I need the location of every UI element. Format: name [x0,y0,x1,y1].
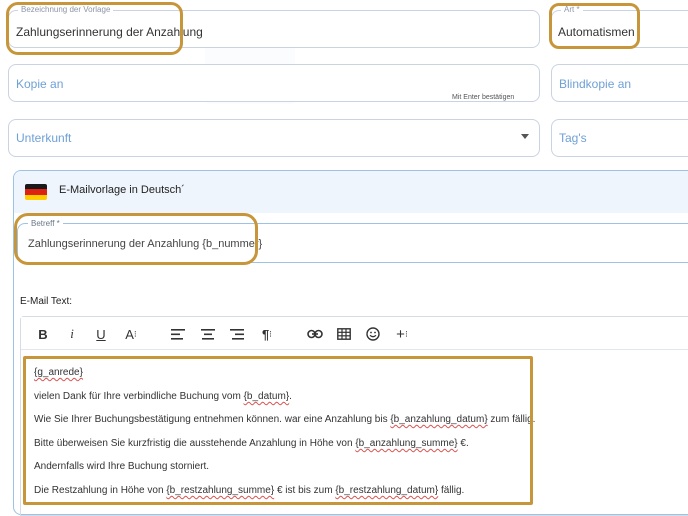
body-text: vielen Dank für Ihre verbindliche Buchun… [34,391,244,402]
body-line-3: Wie Sie Ihrer Buchungsbestätigung entneh… [34,414,535,425]
body-text: . [289,391,292,402]
body-text: zum fällig. [487,414,536,425]
chevron-down-icon[interactable] [521,134,529,140]
insert-icon[interactable]: + ⁝ [393,324,411,344]
body-text: Bitte überweisen Sie kurzfristig die aus… [34,438,356,449]
template-name-value: Zahlungserinnerung der Anzahlung [16,25,203,39]
subject-label: Betreff * [28,219,63,229]
italic-button[interactable]: i [66,324,78,344]
cc-placeholder: Kopie an [16,77,64,91]
cc-hint: Mit Enter bestätigen [452,94,515,101]
table-icon[interactable] [336,324,352,344]
placeholder-b-anzahlung-summe: {b_anzahlung_summe} [355,438,458,449]
template-name-label: Bezeichnung der Vorlage [18,5,114,15]
body-line-4: Bitte überweisen Sie kurzfristig die aus… [34,438,469,449]
placeholder-b-datum: {b_datum} [243,391,290,402]
accommodation-placeholder: Unterkunft [16,131,72,145]
paragraph-icon[interactable]: ¶ ⁝ [258,324,276,344]
align-center-icon[interactable] [200,324,216,344]
subject-value: Zahlungserinnerung der Anzahlung {b_numm… [28,238,263,250]
bcc-placeholder: Blindkopie an [559,77,632,91]
placeholder-g-anrede: {g_anrede} [34,367,83,378]
body-text: Andernfalls wird Ihre Buchung storniert. [34,461,210,472]
align-left-icon[interactable] [170,324,186,344]
body-text: €. [457,438,469,449]
bold-button[interactable]: B [36,324,50,344]
accommodation-select[interactable] [8,119,540,157]
font-size-button[interactable]: A ⁝ [122,324,140,344]
body-line-2: vielen Dank für Ihre verbindliche Buchun… [34,391,292,402]
body-text: Wie Sie Ihrer Buchungsbestätigung entneh… [34,414,391,425]
placeholder-b-restzahlung-summe: {b_restzahlung_summe} [166,485,275,496]
placeholder-b-anzahlung-datum: {b_anzahlung_datum} [390,414,488,425]
tags-placeholder: Tag's [559,131,587,145]
placeholder-b-restzahlung-datum: {b_restzahlung_datum} [335,485,439,496]
body-label: E-Mail Text: [20,296,73,307]
link-icon[interactable] [306,324,324,344]
body-text: € ist bis zum [274,485,336,496]
body-text: Die Restzahlung in Höhe von [34,485,167,496]
align-right-icon[interactable] [229,324,245,344]
type-value: Automatismen [558,25,635,39]
email-template-title: E-Mailvorlage in Deutsch´ [59,184,185,196]
emoji-icon[interactable] [365,324,381,344]
body-line-6: Die Restzahlung in Höhe von {b_restzahlu… [34,485,464,496]
type-label: Art * [561,5,583,15]
body-line-1: {g_anrede} [34,367,83,378]
body-line-5: Andernfalls wird Ihre Buchung storniert. [34,461,209,472]
underline-button[interactable]: U [94,324,108,344]
body-text: fällig. [438,485,465,496]
flag-de-icon [25,184,47,200]
